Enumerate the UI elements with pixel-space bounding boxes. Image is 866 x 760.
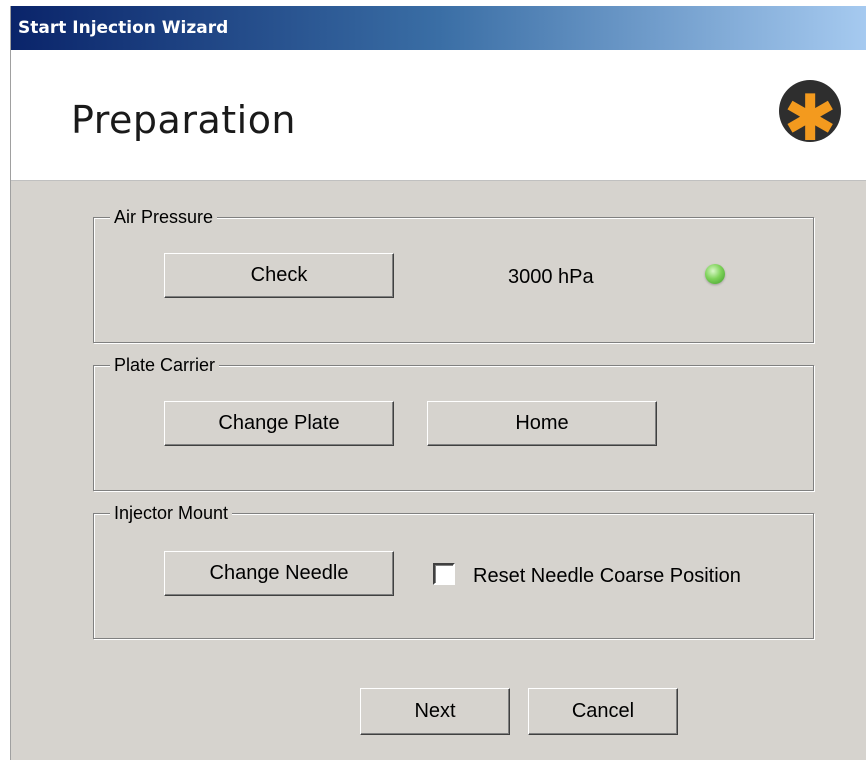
cancel-button[interactable]: Cancel bbox=[528, 688, 678, 735]
air-pressure-value: 3000 hPa bbox=[508, 266, 594, 288]
wizard-window: Start Injection Wizard Preparation ✱ Air… bbox=[10, 6, 866, 760]
title-bar[interactable]: Start Injection Wizard bbox=[11, 6, 866, 50]
logo-glyph: ✱ bbox=[783, 82, 837, 142]
air-pressure-legend: Air Pressure bbox=[110, 207, 218, 228]
home-button[interactable]: Home bbox=[427, 401, 657, 446]
header-panel: Preparation ✱ bbox=[11, 50, 866, 181]
reset-needle-label[interactable]: Reset Needle Coarse Position bbox=[473, 565, 741, 588]
asterisk-logo-icon: ✱ bbox=[779, 80, 841, 142]
next-button[interactable]: Next bbox=[360, 688, 510, 735]
window-title: Start Injection Wizard bbox=[18, 18, 229, 38]
page-title: Preparation bbox=[71, 98, 297, 142]
plate-carrier-legend: Plate Carrier bbox=[110, 355, 220, 376]
check-button[interactable]: Check bbox=[164, 253, 394, 298]
change-plate-button[interactable]: Change Plate bbox=[164, 401, 394, 446]
change-needle-button[interactable]: Change Needle bbox=[164, 551, 394, 596]
reset-needle-checkbox[interactable] bbox=[433, 563, 455, 585]
injector-mount-legend: Injector Mount bbox=[110, 503, 233, 524]
status-led-icon bbox=[705, 264, 725, 284]
